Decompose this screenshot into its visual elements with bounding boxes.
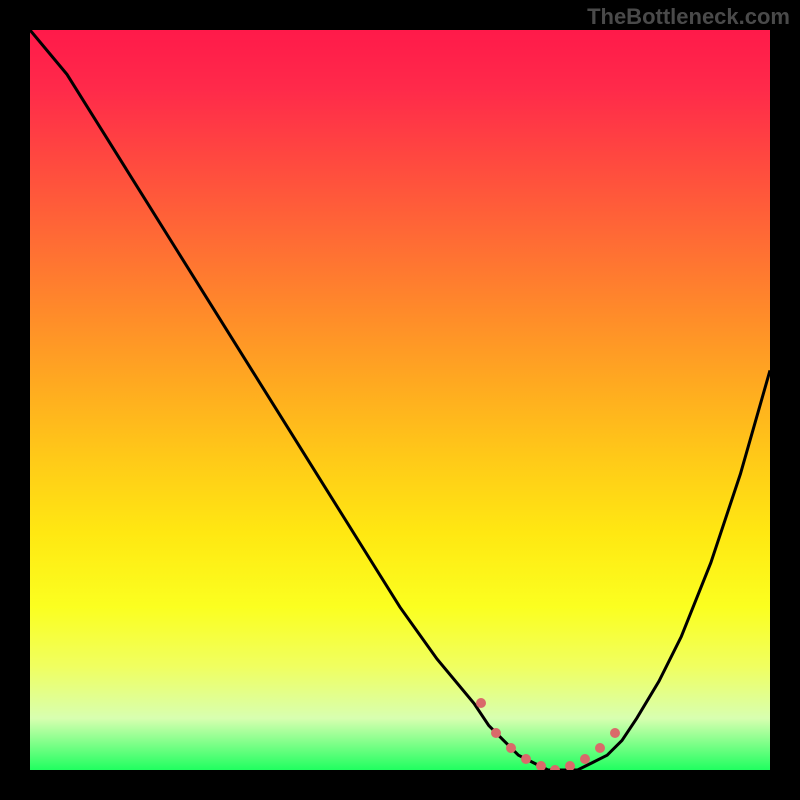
optimal-dot [476,698,486,708]
optimal-dot [580,754,590,764]
watermark-label: TheBottleneck.com [587,4,790,30]
optimal-dot [521,754,531,764]
optimal-dot [565,761,575,770]
optimal-dot [491,728,501,738]
optimal-dot [506,743,516,753]
plot-area [30,30,770,770]
optimal-dot [550,765,560,770]
optimal-dot [610,728,620,738]
optimal-dot [536,761,546,770]
optimal-dot [595,743,605,753]
optimal-dots-layer [30,30,770,770]
